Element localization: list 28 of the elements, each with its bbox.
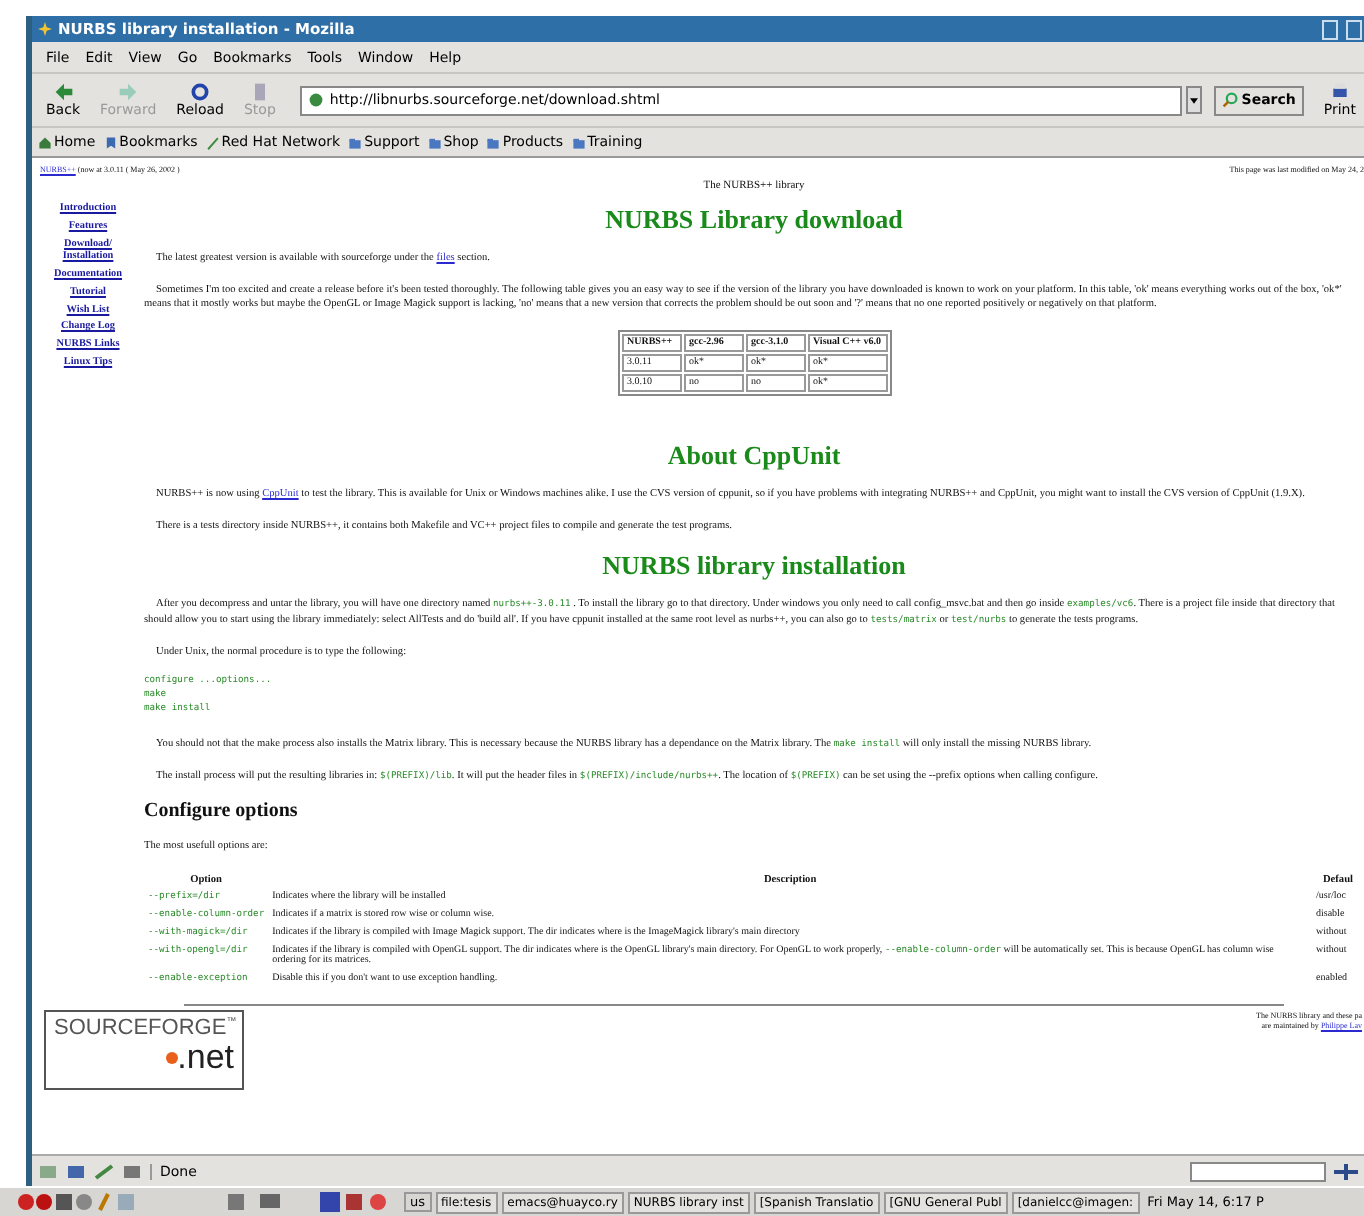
printer-icon — [1329, 82, 1350, 102]
forward-arrow-icon — [118, 82, 139, 102]
dropdown-button[interactable] — [1185, 86, 1202, 114]
connection-icon — [1334, 1163, 1358, 1179]
logo[interactable]: SOURCEFORGE$^{™}$ .net — [44, 1010, 244, 1091]
app-icon — [38, 22, 52, 36]
section-heading: NURBS library installation — [600, 550, 908, 583]
section-heading: NURBS Library download — [603, 204, 905, 236]
dot-icon — [165, 1051, 178, 1064]
section-heading: About CppUnit — [665, 440, 843, 473]
folder-icon — [348, 135, 363, 149]
maximize-button[interactable] — [1346, 19, 1362, 39]
back-arrow-icon — [53, 82, 73, 102]
bookmark-icon — [103, 135, 118, 149]
caret-icon — [1189, 97, 1198, 103]
site-icon — [307, 92, 324, 108]
section-heading: Configure options — [144, 800, 300, 823]
component-icons[interactable] — [38, 1161, 142, 1181]
search-icon — [1221, 92, 1238, 108]
folder-icon — [486, 135, 501, 149]
folder-icon — [571, 135, 586, 149]
folder-icon — [427, 135, 442, 149]
home-icon — [38, 135, 52, 149]
launcher-icons[interactable] — [16, 1190, 136, 1214]
minimize-button[interactable] — [1322, 19, 1338, 39]
pen-icon — [205, 135, 220, 149]
stop-icon — [249, 82, 270, 102]
reload-icon — [190, 82, 211, 102]
